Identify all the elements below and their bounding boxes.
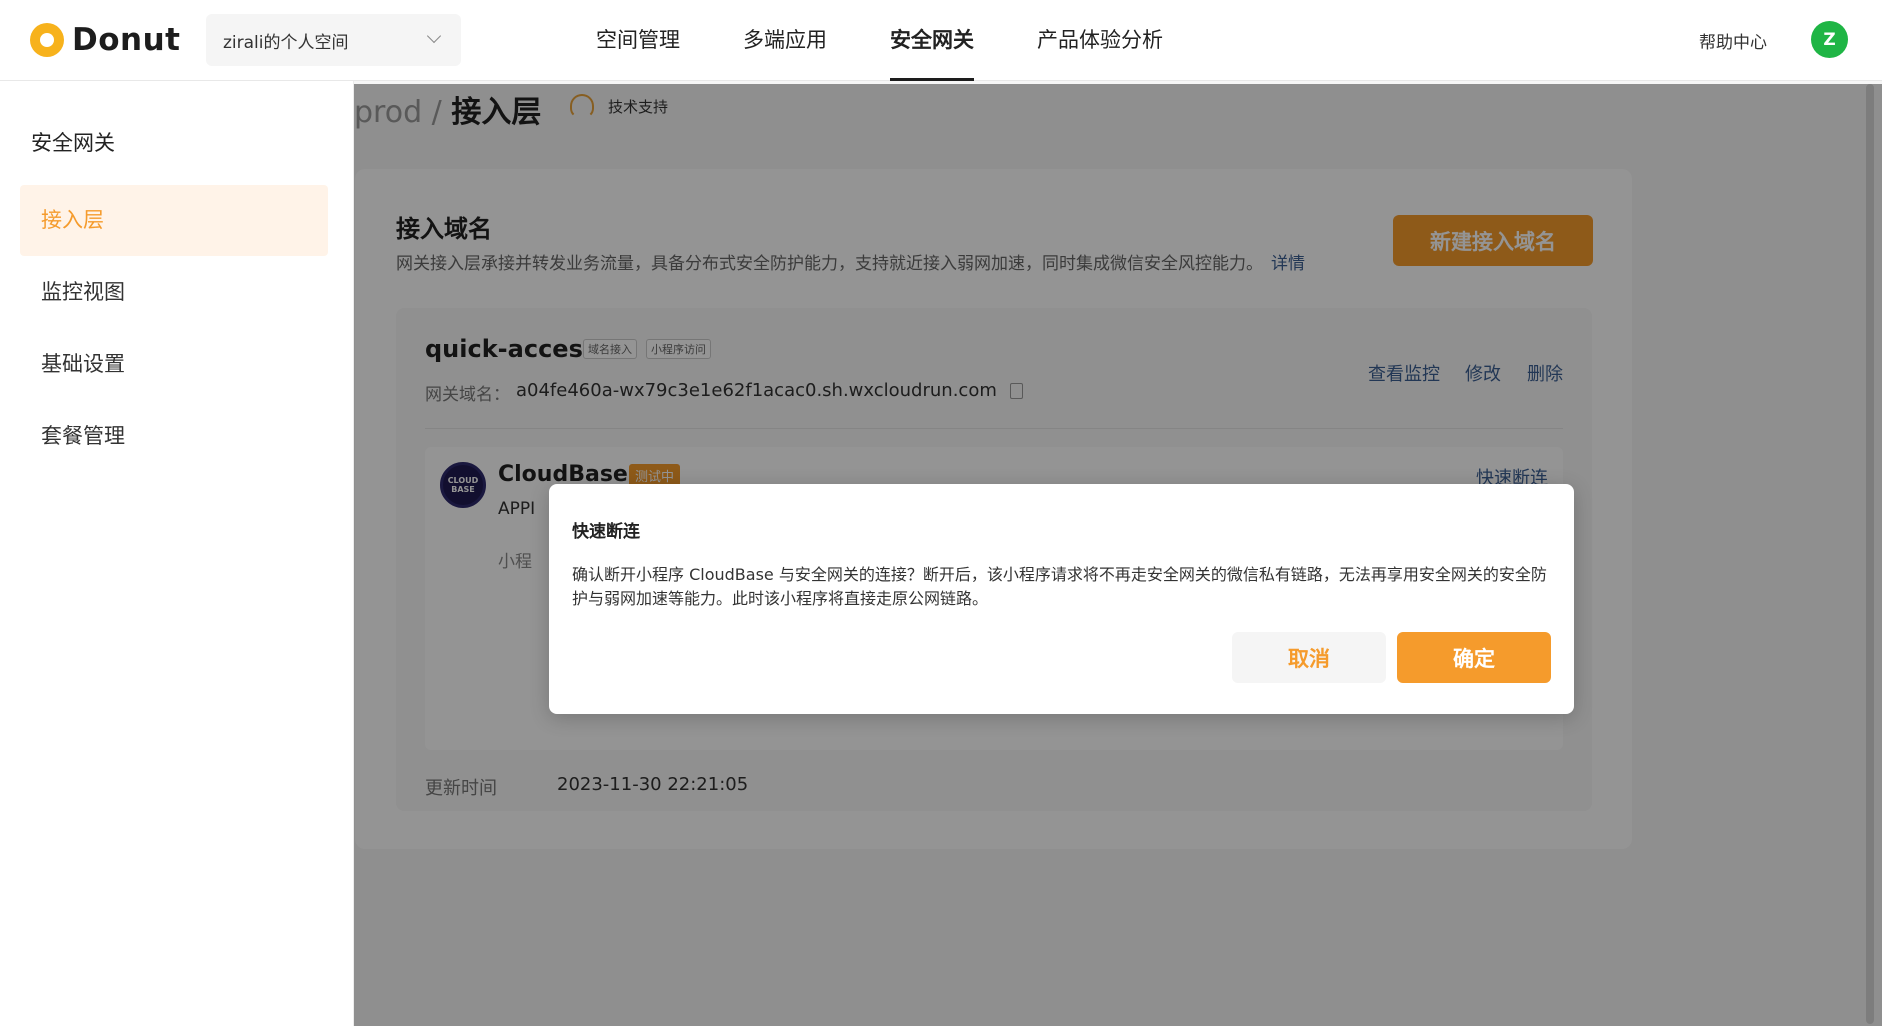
donut-logo-icon [30,23,64,57]
sidebar-item-access-layer[interactable]: 接入层 [20,185,328,256]
brand-name: Donut [72,22,181,58]
brand-logo[interactable]: Donut [30,22,181,58]
sidebar-item-monitoring[interactable]: 监控视图 [20,257,328,328]
sidebar: 安全网关 接入层 监控视图 基础设置 套餐管理 [0,81,354,1026]
quick-disconnect-dialog: 快速断连 确认断开小程序 CloudBase 与安全网关的连接？断开后，该小程序… [549,484,1574,714]
nav-item-experience-analytics[interactable]: 产品体验分析 [1037,0,1163,81]
sidebar-title: 安全网关 [31,131,115,155]
dialog-title: 快速断连 [572,522,640,542]
cancel-button[interactable]: 取消 [1232,632,1386,683]
sidebar-item-plan-management[interactable]: 套餐管理 [20,401,328,472]
confirm-button[interactable]: 确定 [1397,632,1551,683]
chevron-down-icon [426,28,442,44]
help-center-link[interactable]: 帮助中心 [1699,28,1767,53]
space-selector[interactable]: zirali的个人空间 [206,14,461,66]
space-selector-value: zirali的个人空间 [223,32,349,53]
top-nav-bar: Donut zirali的个人空间 空间管理 多端应用 安全网关 产品体验分析 … [0,0,1882,81]
nav-item-multi-apps[interactable]: 多端应用 [743,0,827,81]
sidebar-item-basic-settings[interactable]: 基础设置 [20,329,328,400]
nav-item-security-gateway[interactable]: 安全网关 [890,0,974,81]
dialog-body: 确认断开小程序 CloudBase 与安全网关的连接？断开后，该小程序请求将不再… [572,565,1547,608]
user-avatar[interactable]: Z [1811,21,1848,58]
main-nav: 空间管理 多端应用 安全网关 产品体验分析 [596,0,1226,81]
nav-item-space-management[interactable]: 空间管理 [596,0,680,81]
